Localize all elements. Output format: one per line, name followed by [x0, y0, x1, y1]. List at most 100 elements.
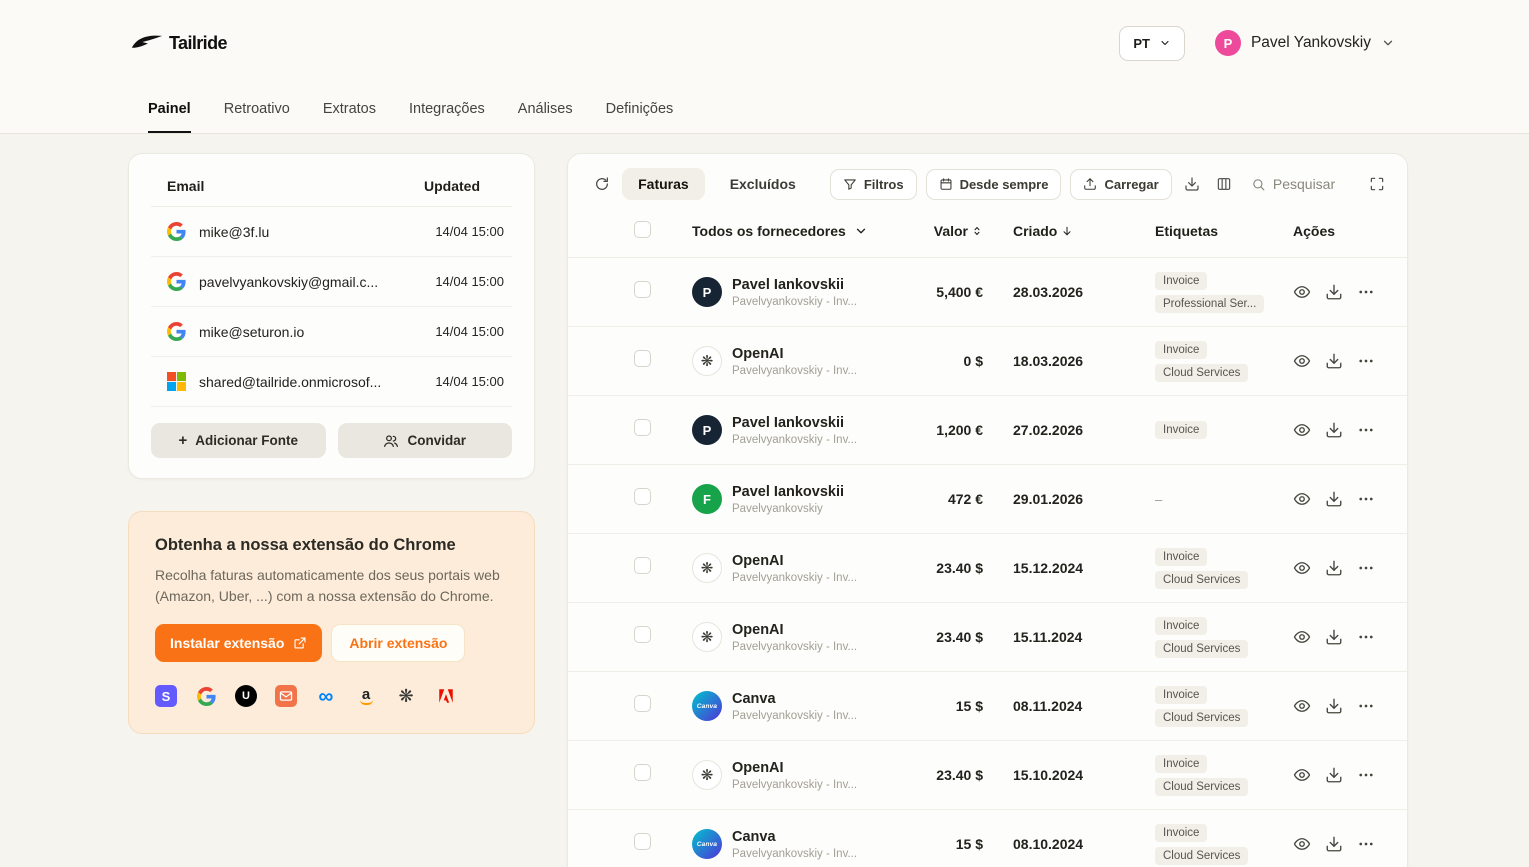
email-row: shared@tailride.onmicrosof... 14/04 15:0… [151, 357, 512, 407]
download-icon[interactable] [1325, 490, 1343, 508]
select-all-checkbox[interactable] [634, 221, 651, 238]
invite-button[interactable]: Convidar [338, 423, 513, 458]
open-extension-label: Abrir extensão [349, 635, 447, 651]
invoice-row[interactable]: P Pavel Iankovskii Pavelvyankovskiy - In… [568, 396, 1407, 465]
tab-definicoes[interactable]: Definições [606, 86, 674, 133]
download-icon[interactable] [1325, 628, 1343, 646]
upload-button[interactable]: Carregar [1070, 169, 1171, 200]
invoice-row[interactable]: ❋ OpenAI Pavelvyankovskiy - Inv... 23.40… [568, 534, 1407, 603]
add-source-button[interactable]: + Adicionar Fonte [151, 423, 326, 458]
value-column-header[interactable]: Valor [893, 223, 983, 239]
email-address: mike@seturon.io [199, 324, 304, 340]
row-checkbox[interactable] [634, 419, 651, 436]
green-logo: F [692, 484, 722, 514]
search-input[interactable] [1273, 176, 1351, 192]
supplier-filter[interactable]: Todos os fornecedores [668, 223, 893, 239]
actions-column-header: Ações [1293, 223, 1383, 239]
supplier-text: Canva Pavelvyankovskiy - Inv... [732, 829, 857, 860]
fullscreen-button[interactable] [1366, 169, 1389, 199]
supplier-subtitle: Pavelvyankovskiy - Inv... [732, 365, 857, 377]
tags-column-header: Etiquetas [1133, 223, 1293, 239]
row-checkbox[interactable] [634, 833, 651, 850]
created-column-header[interactable]: Criado [983, 223, 1133, 239]
view-icon[interactable] [1293, 421, 1311, 439]
view-icon[interactable] [1293, 559, 1311, 577]
view-icon[interactable] [1293, 490, 1311, 508]
openai-logo: ❋ [692, 346, 722, 376]
columns-button[interactable] [1213, 169, 1236, 199]
brand[interactable]: Tailride [130, 33, 227, 54]
more-icon[interactable] [1357, 490, 1375, 508]
tab-extratos[interactable]: Extratos [323, 86, 376, 133]
view-icon[interactable] [1293, 697, 1311, 715]
email-sources-card: Email Updated mike@3f.lu 14/04 15:00 pav… [128, 153, 535, 479]
user-menu[interactable]: P Pavel Yankovskiy [1215, 30, 1395, 56]
header-right: PT P Pavel Yankovskiy [1119, 26, 1395, 61]
invoice-row[interactable]: ❋ OpenAI Pavelvyankovskiy - Inv... 0 $ 1… [568, 327, 1407, 396]
more-icon[interactable] [1357, 628, 1375, 646]
download-icon[interactable] [1325, 697, 1343, 715]
tab-faturas[interactable]: Faturas [622, 168, 705, 200]
row-checkbox[interactable] [634, 281, 651, 298]
refresh-button[interactable] [590, 169, 613, 199]
download-icon[interactable] [1325, 421, 1343, 439]
open-extension-button[interactable]: Abrir extensão [331, 624, 465, 662]
tab-painel[interactable]: Painel [148, 86, 191, 133]
row-checkbox[interactable] [634, 557, 651, 574]
tab-integracoes[interactable]: Integrações [409, 86, 485, 133]
download-icon[interactable] [1325, 835, 1343, 853]
view-icon[interactable] [1293, 628, 1311, 646]
download-icon[interactable] [1325, 766, 1343, 784]
more-icon[interactable] [1357, 766, 1375, 784]
invoice-row[interactable]: ❋ OpenAI Pavelvyankovskiy - Inv... 23.40… [568, 741, 1407, 810]
download-icon[interactable] [1325, 283, 1343, 301]
download-icon[interactable] [1325, 559, 1343, 577]
email-address: pavelvyankovskiy@gmail.c... [199, 274, 378, 290]
row-checkbox[interactable] [634, 626, 651, 643]
email-table-header: Email Updated [151, 170, 512, 207]
filters-button[interactable]: Filtros [830, 169, 917, 200]
supplier-name: OpenAI [732, 346, 857, 362]
row-select-cell [592, 833, 668, 855]
view-icon[interactable] [1293, 283, 1311, 301]
date-range-button[interactable]: Desde sempre [926, 169, 1062, 200]
tab-excluidos[interactable]: Excluídos [714, 168, 812, 200]
row-checkbox[interactable] [634, 488, 651, 505]
more-icon[interactable] [1357, 352, 1375, 370]
invoice-created: 15.10.2024 [983, 767, 1133, 783]
language-selector[interactable]: PT [1119, 26, 1185, 61]
invoice-row[interactable]: F Pavel Iankovskii Pavelvyankovskiy 472 … [568, 465, 1407, 534]
row-actions [1293, 697, 1383, 715]
invoices-card: Faturas Excluídos Filtros Desde sempre C… [567, 153, 1408, 867]
more-icon[interactable] [1357, 559, 1375, 577]
more-icon[interactable] [1357, 697, 1375, 715]
more-icon[interactable] [1357, 835, 1375, 853]
view-icon[interactable] [1293, 352, 1311, 370]
updated-column-header: Updated [424, 178, 480, 194]
tab-analises[interactable]: Análises [518, 86, 573, 133]
row-checkbox[interactable] [634, 350, 651, 367]
row-select-cell [592, 350, 668, 372]
invoice-value: 472 € [893, 491, 983, 507]
download-icon[interactable] [1325, 352, 1343, 370]
upload-label: Carregar [1104, 177, 1158, 192]
invoice-value: 5,400 € [893, 284, 983, 300]
view-icon[interactable] [1293, 766, 1311, 784]
invoice-row[interactable]: P Pavel Iankovskii Pavelvyankovskiy - In… [568, 258, 1407, 327]
search-box [1245, 170, 1357, 198]
tab-retroativo[interactable]: Retroativo [224, 86, 290, 133]
invoice-row[interactable]: ❋ OpenAI Pavelvyankovskiy - Inv... 23.40… [568, 603, 1407, 672]
supplier-subtitle: Pavelvyankovskiy - Inv... [732, 434, 857, 446]
tag-pill: Cloud Services [1155, 847, 1248, 865]
supplier-text: OpenAI Pavelvyankovskiy - Inv... [732, 553, 857, 584]
invoice-row[interactable]: Canva Canva Pavelvyankovskiy - Inv... 15… [568, 810, 1407, 867]
row-checkbox[interactable] [634, 695, 651, 712]
view-icon[interactable] [1293, 835, 1311, 853]
export-button[interactable] [1181, 169, 1204, 199]
more-icon[interactable] [1357, 283, 1375, 301]
row-checkbox[interactable] [634, 764, 651, 781]
more-icon[interactable] [1357, 421, 1375, 439]
install-extension-button[interactable]: Instalar extensão [155, 624, 322, 662]
invoice-row[interactable]: Canva Canva Pavelvyankovskiy - Inv... 15… [568, 672, 1407, 741]
invoice-tags: Invoice Cloud Services [1133, 341, 1293, 382]
